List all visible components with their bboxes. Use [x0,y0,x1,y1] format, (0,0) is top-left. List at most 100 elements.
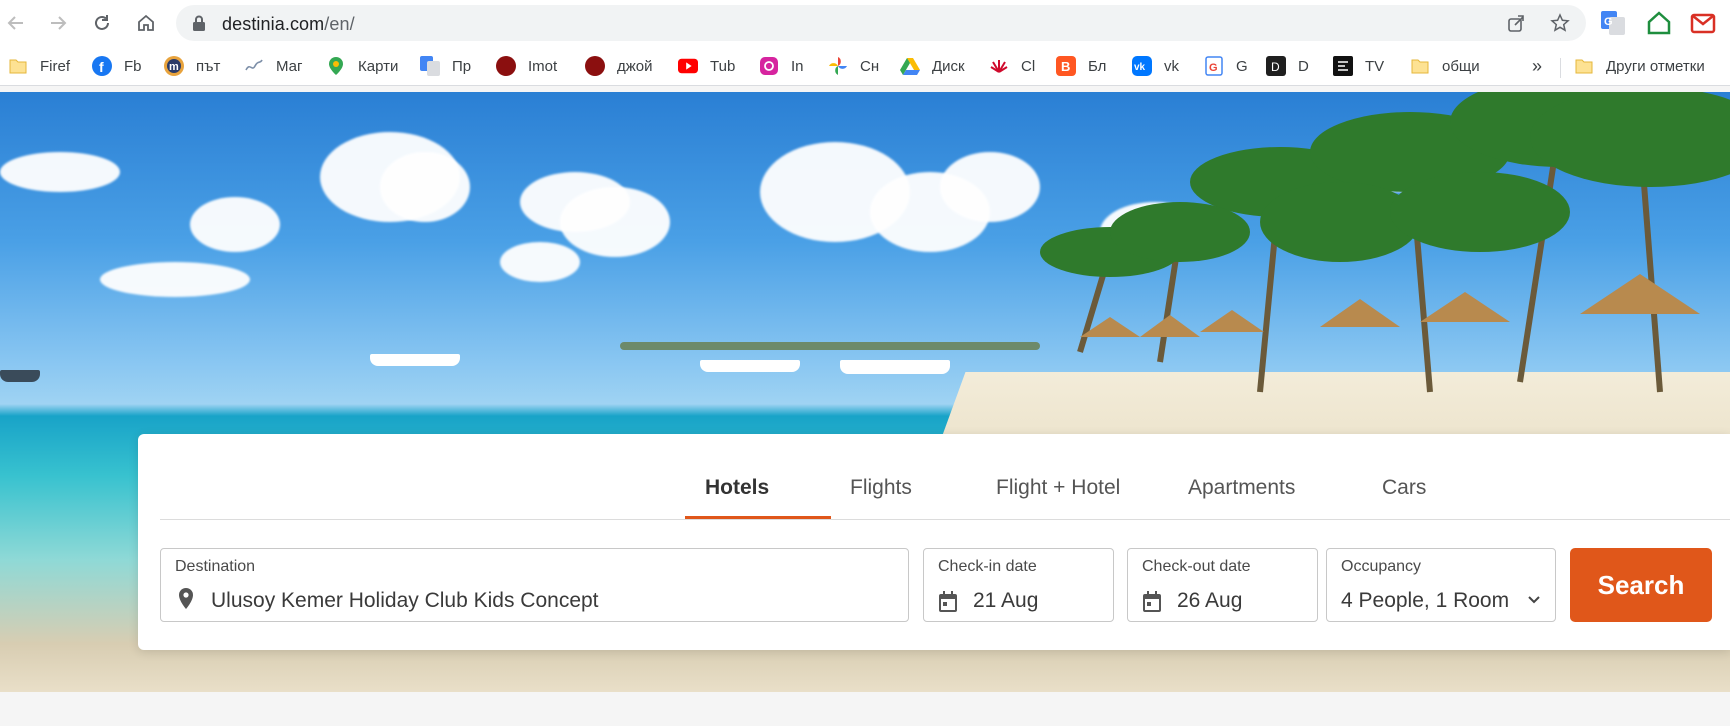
bookmark-label: Tub [710,57,736,75]
bookmark-label: Бл [1088,57,1107,75]
occupancy-label: Occupancy [1341,558,1422,575]
facebook-icon: f [92,56,112,76]
folder-icon [1574,56,1594,76]
lock-icon[interactable] [192,15,206,31]
bookmark-item[interactable]: Карти [326,54,398,78]
other-bookmarks[interactable]: Други отметки [1574,54,1705,78]
other-bookmarks-label: Други отметки [1606,57,1705,75]
bookmark-star-icon[interactable] [1550,13,1570,33]
destination-label: Destination [175,558,256,575]
tab-hotels[interactable]: Hotels [705,476,769,500]
bookmark-item[interactable]: Firef [8,54,70,78]
bookmark-label: Cl [1021,57,1036,75]
bookmark-item[interactable]: Imot [496,54,557,78]
bookmark-item[interactable]: D D [1266,54,1309,78]
palm-trees [1040,92,1730,393]
checkout-value[interactable]: 26 Aug [1177,589,1242,613]
bookmark-label: TV [1365,57,1385,75]
bookmark-item[interactable]: m път [164,54,220,78]
bookmark-label: Imot [528,57,558,75]
url-text[interactable]: destinia.com/en/ [222,14,355,35]
bookmark-label: Маг [276,57,303,75]
wave-logo-icon [244,56,264,76]
vk-icon: vk [1132,56,1152,76]
bookmark-label: път [196,57,221,75]
tab-flights[interactable]: Flights [850,476,912,500]
google-search-icon: G [1204,56,1224,76]
url-host: destinia.com [222,14,325,34]
occupancy-value[interactable]: 4 People, 1 Room [1341,589,1509,613]
bookmark-item[interactable]: vk vk [1132,54,1179,78]
m-logo-icon: m [164,56,184,76]
bookmark-item[interactable]: Маг [244,54,302,78]
bookmark-item[interactable]: Диск [900,54,965,78]
page-background [0,692,1730,726]
svg-text:m: m [169,61,179,73]
blogger-icon: B [1056,56,1076,76]
share-icon[interactable] [1506,13,1526,33]
home-button[interactable] [132,9,160,37]
active-tab-indicator [685,516,831,519]
bookmark-item[interactable]: In [759,54,804,78]
bookmark-item[interactable]: общи [1410,54,1480,78]
checkin-field[interactable]: Check-in date 21 Aug [923,548,1114,622]
checkout-field[interactable]: Check-out date 26 Aug [1127,548,1318,622]
url-path: /en/ [324,14,355,34]
chevron-down-icon[interactable] [1527,595,1541,605]
bookmark-item[interactable]: Сн [828,54,879,78]
home-icon [138,14,154,31]
home-extension-icon[interactable] [1646,10,1672,36]
folder-icon [1410,56,1430,76]
red-circle-icon [585,56,605,76]
svg-text:B: B [1061,59,1070,74]
calendar-icon [1143,591,1161,612]
bookmark-item[interactable]: Пр [420,54,471,78]
checkin-value[interactable]: 21 Aug [973,589,1038,613]
browser-toolbar: destinia.com/en/ G [0,0,1730,46]
search-button[interactable]: Search [1570,548,1712,622]
checkout-label: Check-out date [1142,558,1251,575]
back-button[interactable] [2,9,30,37]
bookmark-label: Firef [40,57,70,75]
bookmark-label: In [791,57,804,75]
gmail-icon[interactable] [1690,10,1716,36]
bookmark-item[interactable]: TV [1333,54,1384,78]
tab-flight-hotel[interactable]: Flight + Hotel [996,476,1120,500]
location-pin-icon [179,588,193,609]
svg-text:G: G [1209,62,1218,74]
destination-field[interactable]: Destination Ulusoy Kemer Holiday Club Ki… [160,548,909,622]
bookmark-item[interactable]: Cl [989,54,1035,78]
bookmark-label: Карти [358,57,399,75]
bookmark-item[interactable]: f Fb [92,54,142,78]
instagram-icon [759,56,779,76]
checkin-label: Check-in date [938,558,1037,575]
tab-apartments[interactable]: Apartments [1188,476,1295,500]
arrow-right-icon [51,16,67,30]
search-card: Hotels Flights Flight + Hotel Apartments… [138,434,1730,650]
destination-value[interactable]: Ulusoy Kemer Holiday Club Kids Concept [211,589,599,613]
occupancy-select[interactable]: Occupancy 4 People, 1 Room [1326,548,1556,622]
google-maps-icon [326,56,346,76]
bookmarks-divider [1560,58,1561,78]
svg-text:G: G [1604,16,1613,28]
tv-app-icon [1333,56,1353,76]
arrow-left-icon [7,16,23,30]
bookmark-label: vk [1164,57,1179,75]
svg-text:f: f [99,59,104,75]
youtube-icon [678,56,698,76]
huawei-icon [989,56,1009,76]
bookmark-label: G [1236,57,1248,75]
forward-button[interactable] [44,9,72,37]
tab-cars[interactable]: Cars [1382,476,1426,500]
google-translate-icon [420,56,440,76]
bookmark-item[interactable]: Tub [678,54,735,78]
address-bar[interactable]: destinia.com/en/ [176,5,1586,41]
bookmark-label: общи [1442,57,1480,75]
bookmarks-overflow-button[interactable]: » [1532,54,1542,78]
bookmark-item[interactable]: G G [1204,54,1248,78]
bookmark-item[interactable]: B Бл [1056,54,1106,78]
bookmark-label: Сн [860,57,880,75]
google-translate-icon[interactable]: G [1600,10,1626,36]
bookmark-item[interactable]: джой [585,54,653,78]
reload-button[interactable] [88,9,116,37]
